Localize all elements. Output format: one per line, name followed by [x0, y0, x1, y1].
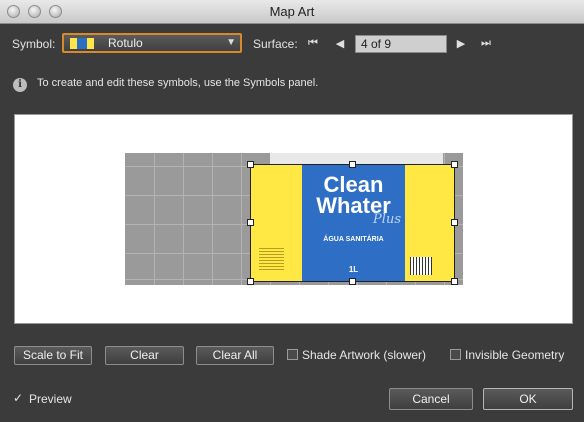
- symbol-thumbnail: [70, 38, 94, 49]
- window-title: Map Art: [269, 4, 315, 19]
- preview-label: Preview: [29, 392, 72, 406]
- clear-all-button[interactable]: Clear All: [196, 346, 274, 365]
- symbol-dropdown[interactable]: Rotulo ▼: [62, 33, 242, 53]
- ok-button[interactable]: OK: [483, 388, 573, 410]
- resize-handle-top-left[interactable]: [247, 161, 254, 168]
- invisible-geometry-label: Invisible Geometry: [465, 348, 565, 362]
- next-surface-icon[interactable]: ▶: [454, 37, 468, 50]
- resize-handle-top-right[interactable]: [451, 161, 458, 168]
- last-surface-icon[interactable]: ⏭: [479, 37, 493, 50]
- symbol-value: Rotulo: [108, 36, 143, 50]
- selection-bounding-box[interactable]: [250, 164, 455, 282]
- symbol-label: Symbol:: [12, 37, 56, 51]
- title-bar: Map Art: [0, 0, 584, 24]
- chevron-down-icon: ▼: [226, 37, 236, 48]
- first-surface-icon[interactable]: ⏮: [306, 37, 320, 50]
- shade-artwork-checkbox[interactable]: [287, 349, 298, 360]
- surface-label: Surface:: [253, 37, 298, 51]
- invisible-geometry-checkbox[interactable]: [450, 349, 461, 360]
- clear-button[interactable]: Clear: [105, 346, 184, 365]
- resize-handle-bottom-left[interactable]: [247, 278, 254, 285]
- surface-field[interactable]: 4 of 9: [355, 35, 447, 53]
- resize-handle-top[interactable]: [349, 161, 356, 168]
- art-preview-canvas[interactable]: Clean Whater Plus ÁGUA SANITÁRIA 1L: [14, 114, 573, 324]
- preview-checkbox[interactable]: ✓: [13, 391, 23, 405]
- shade-artwork-label: Shade Artwork (slower): [302, 348, 427, 362]
- cancel-button[interactable]: Cancel: [389, 388, 473, 410]
- resize-handle-bottom[interactable]: [349, 278, 356, 285]
- info-text: To create and edit these symbols, use th…: [37, 77, 319, 89]
- previous-surface-icon[interactable]: ◀: [333, 37, 347, 50]
- info-icon: i: [13, 78, 27, 92]
- resize-handle-right[interactable]: [451, 219, 458, 226]
- resize-handle-left[interactable]: [247, 219, 254, 226]
- scale-to-fit-button[interactable]: Scale to Fit: [14, 346, 92, 365]
- resize-handle-bottom-right[interactable]: [451, 278, 458, 285]
